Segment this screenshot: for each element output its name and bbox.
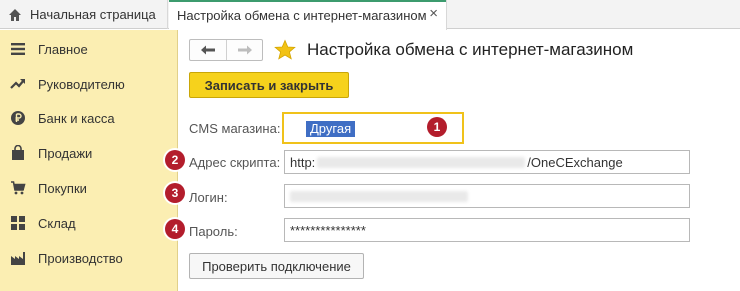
script-address-prefix: http:	[290, 154, 316, 170]
step-badge-1: 1	[427, 117, 447, 137]
sidebar-item-label: Покупки	[38, 180, 87, 196]
sidebar-item-warehouse[interactable]: Склад	[0, 206, 178, 240]
login-input[interactable]	[284, 184, 690, 208]
grid-icon	[10, 215, 26, 231]
sidebar-item-label: Главное	[38, 41, 88, 57]
redacted-login	[290, 190, 468, 202]
check-connection-button[interactable]: Проверить подключение	[189, 253, 364, 279]
sidebar-item-production[interactable]: Производство	[0, 241, 178, 275]
sidebar-item-main[interactable]: Главное	[0, 32, 178, 66]
sidebar-item-label: Банк и касса	[38, 110, 115, 126]
login-label: Логин:	[189, 190, 228, 205]
forward-button[interactable]	[226, 40, 262, 60]
sidebar-item-sales[interactable]: Продажи	[0, 136, 178, 170]
tab-bar: Начальная страница Настройка обмена с ин…	[0, 0, 740, 30]
tab-exchange-settings[interactable]: Настройка обмена с интернет-магазином ×	[169, 0, 447, 30]
back-button[interactable]	[190, 40, 226, 60]
tab-home[interactable]: Начальная страница	[0, 0, 168, 29]
password-input[interactable]: ***************	[284, 218, 690, 242]
cms-value: Другая	[306, 121, 356, 137]
page-title: Настройка обмена с интернет-магазином	[307, 40, 634, 59]
factory-icon	[10, 250, 26, 266]
sidebar: Главное Руководителю Банк и касса Продаж…	[0, 30, 178, 291]
step-badge-3: 3	[165, 183, 185, 203]
tab-exchange-settings-label: Настройка обмена с интернет-магазином	[177, 7, 427, 23]
main-panel: Настройка обмена с интернет-магазином За…	[165, 30, 740, 291]
step-badge-2: 2	[165, 150, 185, 170]
script-address-suffix: /OneCExchange	[527, 154, 623, 170]
cms-label: CMS магазина:	[189, 121, 281, 136]
cart-icon	[10, 180, 26, 196]
step-badge-4: 4	[165, 219, 185, 239]
tab-home-label: Начальная страница	[30, 7, 156, 22]
password-value: ***************	[290, 222, 366, 238]
save-and-close-button[interactable]: Записать и закрыть	[189, 72, 349, 98]
sidebar-item-label: Склад	[38, 215, 76, 231]
sidebar-item-label: Продажи	[38, 145, 93, 161]
password-label: Пароль:	[189, 224, 238, 239]
home-icon	[9, 8, 21, 21]
trend-icon	[10, 76, 26, 92]
sidebar-item-label: Руководителю	[38, 76, 125, 92]
script-address-label: Адрес скрипта:	[189, 155, 281, 170]
redacted-url	[317, 156, 526, 168]
bag-icon	[10, 145, 26, 161]
close-icon[interactable]: ×	[429, 6, 438, 21]
favorite-star-icon[interactable]	[274, 39, 296, 61]
script-address-input[interactable]: http: /OneCExchange	[284, 150, 690, 174]
sidebar-item-purchases[interactable]: Покупки	[0, 171, 178, 205]
arrow-right-icon	[237, 45, 252, 55]
sidebar-item-label: Производство	[38, 250, 123, 266]
sidebar-item-bank[interactable]: Банк и касса	[0, 101, 178, 135]
ruble-coin-icon	[10, 110, 26, 126]
menu-icon	[10, 41, 26, 57]
arrow-left-icon	[201, 45, 215, 55]
sidebar-item-manager[interactable]: Руководителю	[0, 67, 178, 101]
history-nav	[189, 39, 263, 61]
